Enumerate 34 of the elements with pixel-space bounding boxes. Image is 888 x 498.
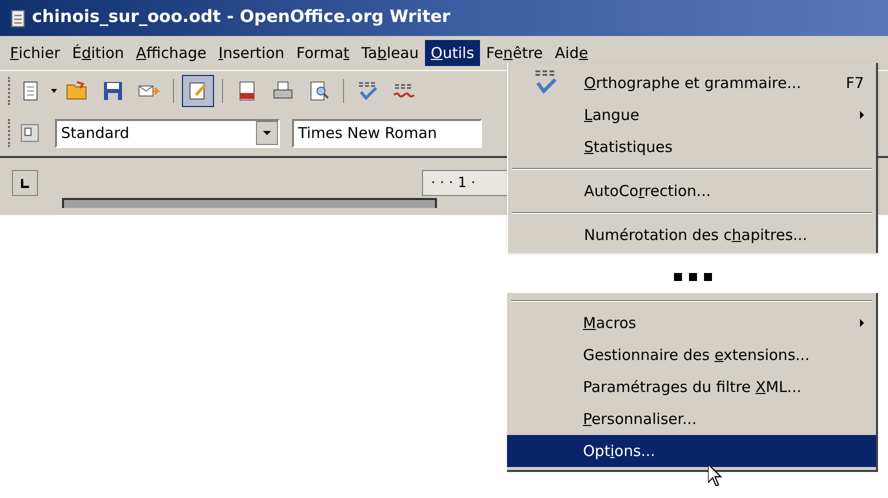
toolbar-grip-icon	[8, 119, 11, 147]
menu-item[interactable]: Statistiques	[508, 131, 876, 163]
menu-bar-item[interactable]: Affichage	[130, 40, 213, 66]
menu-bar-item[interactable]: Fenêtre	[480, 40, 549, 66]
style-combo[interactable]: Standard	[55, 118, 280, 148]
menu-item[interactable]: Numérotation des chapitres...	[508, 219, 876, 251]
menu-item[interactable]: Paramétrages du filtre XML...	[507, 371, 876, 403]
menu-bar-item[interactable]: Aide	[548, 40, 594, 66]
menu-bar-item[interactable]: Insertion	[212, 40, 290, 66]
toolbar-grip-icon	[8, 76, 11, 104]
dropdown-arrow-icon[interactable]	[51, 88, 57, 92]
menu-item[interactable]: Langue	[508, 99, 876, 131]
ellipsis-icon	[674, 273, 712, 281]
mouse-cursor-icon	[708, 464, 722, 486]
menu-bar-item[interactable]: Édition	[66, 40, 130, 66]
menu-item[interactable]: Options...	[507, 435, 876, 467]
dropdown-arrow-icon[interactable]	[263, 131, 271, 135]
submenu-arrow-icon	[860, 111, 864, 119]
menu-bar-item[interactable]: Outils	[424, 40, 480, 66]
menu-bar-item[interactable]: Fichier	[4, 40, 66, 66]
window-title: chinois_sur_ooo.odt - OpenOffice.org Writer	[32, 6, 450, 30]
menu-bar-item[interactable]: Format	[290, 40, 356, 66]
font-combo[interactable]: Times New Roman	[292, 118, 482, 148]
menu-item[interactable]: Macros	[507, 307, 876, 339]
menu-item[interactable]: Personnaliser...	[507, 403, 876, 435]
menu-item[interactable]: Orthographe et grammaire... F7	[508, 67, 876, 99]
document-icon	[8, 8, 28, 28]
tab-stop-button[interactable]	[12, 170, 38, 196]
shortcut-label: F7	[846, 72, 864, 94]
submenu-arrow-icon	[860, 319, 864, 327]
tab-stop-icon	[20, 178, 30, 188]
edit-document-icon[interactable]	[182, 74, 214, 106]
menu-item[interactable]: Gestionnaire des extensions...	[507, 339, 876, 371]
menu-bar-item[interactable]: Tableau	[355, 40, 425, 66]
